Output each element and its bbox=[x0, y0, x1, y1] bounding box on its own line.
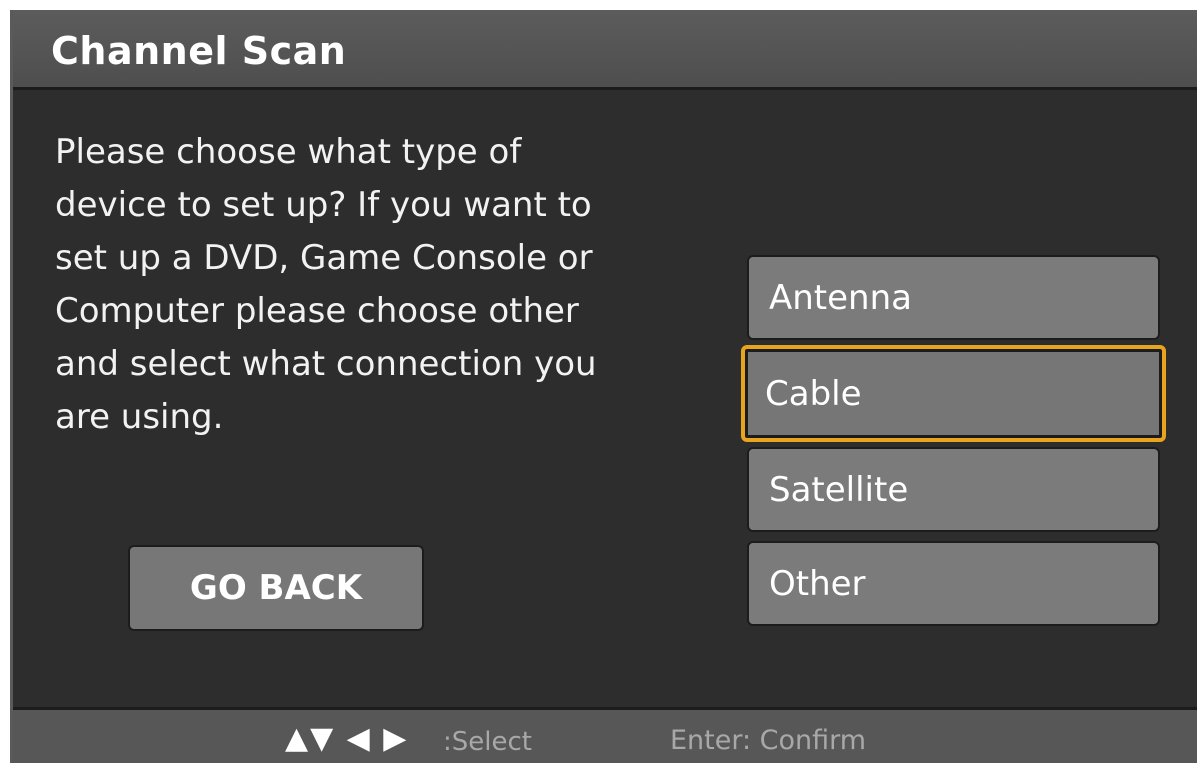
option-other[interactable]: Other bbox=[747, 541, 1160, 626]
confirm-hint: Enter: Confirm bbox=[670, 725, 867, 756]
page-title: Channel Scan bbox=[51, 29, 347, 73]
status-bar: ▲▼ ◀ ▶ :Select Enter: Confirm bbox=[13, 707, 1197, 763]
go-back-button[interactable]: GO BACK bbox=[128, 545, 424, 631]
option-satellite[interactable]: Satellite bbox=[747, 447, 1160, 532]
option-antenna[interactable]: Antenna bbox=[747, 255, 1160, 340]
title-bar: Channel Scan bbox=[13, 10, 1197, 90]
channel-scan-screen: Channel Scan Please choose what type of … bbox=[10, 10, 1197, 763]
arrow-keys-icon: ▲▼ ◀ ▶ bbox=[285, 721, 409, 756]
instruction-text: Please choose what type of device to set… bbox=[55, 132, 597, 437]
select-hint: :Select bbox=[443, 727, 532, 757]
option-cable[interactable]: Cable bbox=[741, 345, 1166, 442]
